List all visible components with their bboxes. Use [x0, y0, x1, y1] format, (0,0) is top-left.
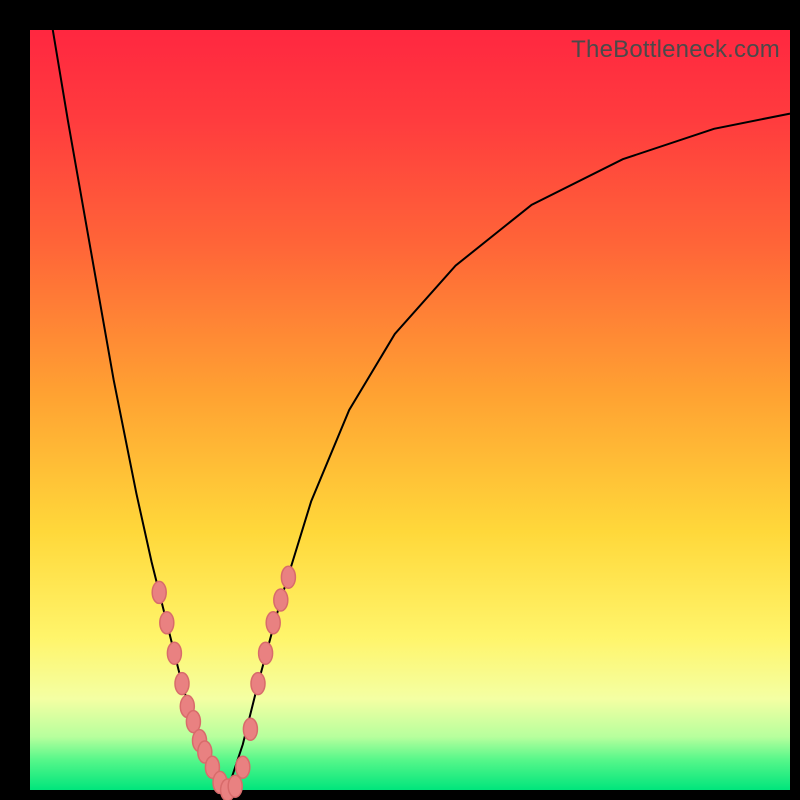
marker-dot: [175, 673, 189, 695]
watermark-text: TheBottleneck.com: [571, 36, 780, 64]
marker-dot: [243, 718, 257, 740]
curve-left-branch: [53, 30, 228, 790]
marker-dot: [281, 566, 295, 588]
chart-frame: TheBottleneck.com: [0, 0, 800, 800]
plot-area: TheBottleneck.com: [30, 30, 790, 790]
marker-dot: [274, 589, 288, 611]
marker-dot: [251, 673, 265, 695]
curve-layer: [30, 30, 790, 790]
curve-right-branch: [228, 114, 790, 790]
marker-dots-group: [152, 566, 295, 800]
marker-dot: [228, 775, 242, 797]
marker-dot: [152, 581, 166, 603]
marker-dot: [236, 756, 250, 778]
marker-dot: [160, 612, 174, 634]
marker-dot: [266, 612, 280, 634]
marker-dot: [259, 642, 273, 664]
marker-dot: [167, 642, 181, 664]
